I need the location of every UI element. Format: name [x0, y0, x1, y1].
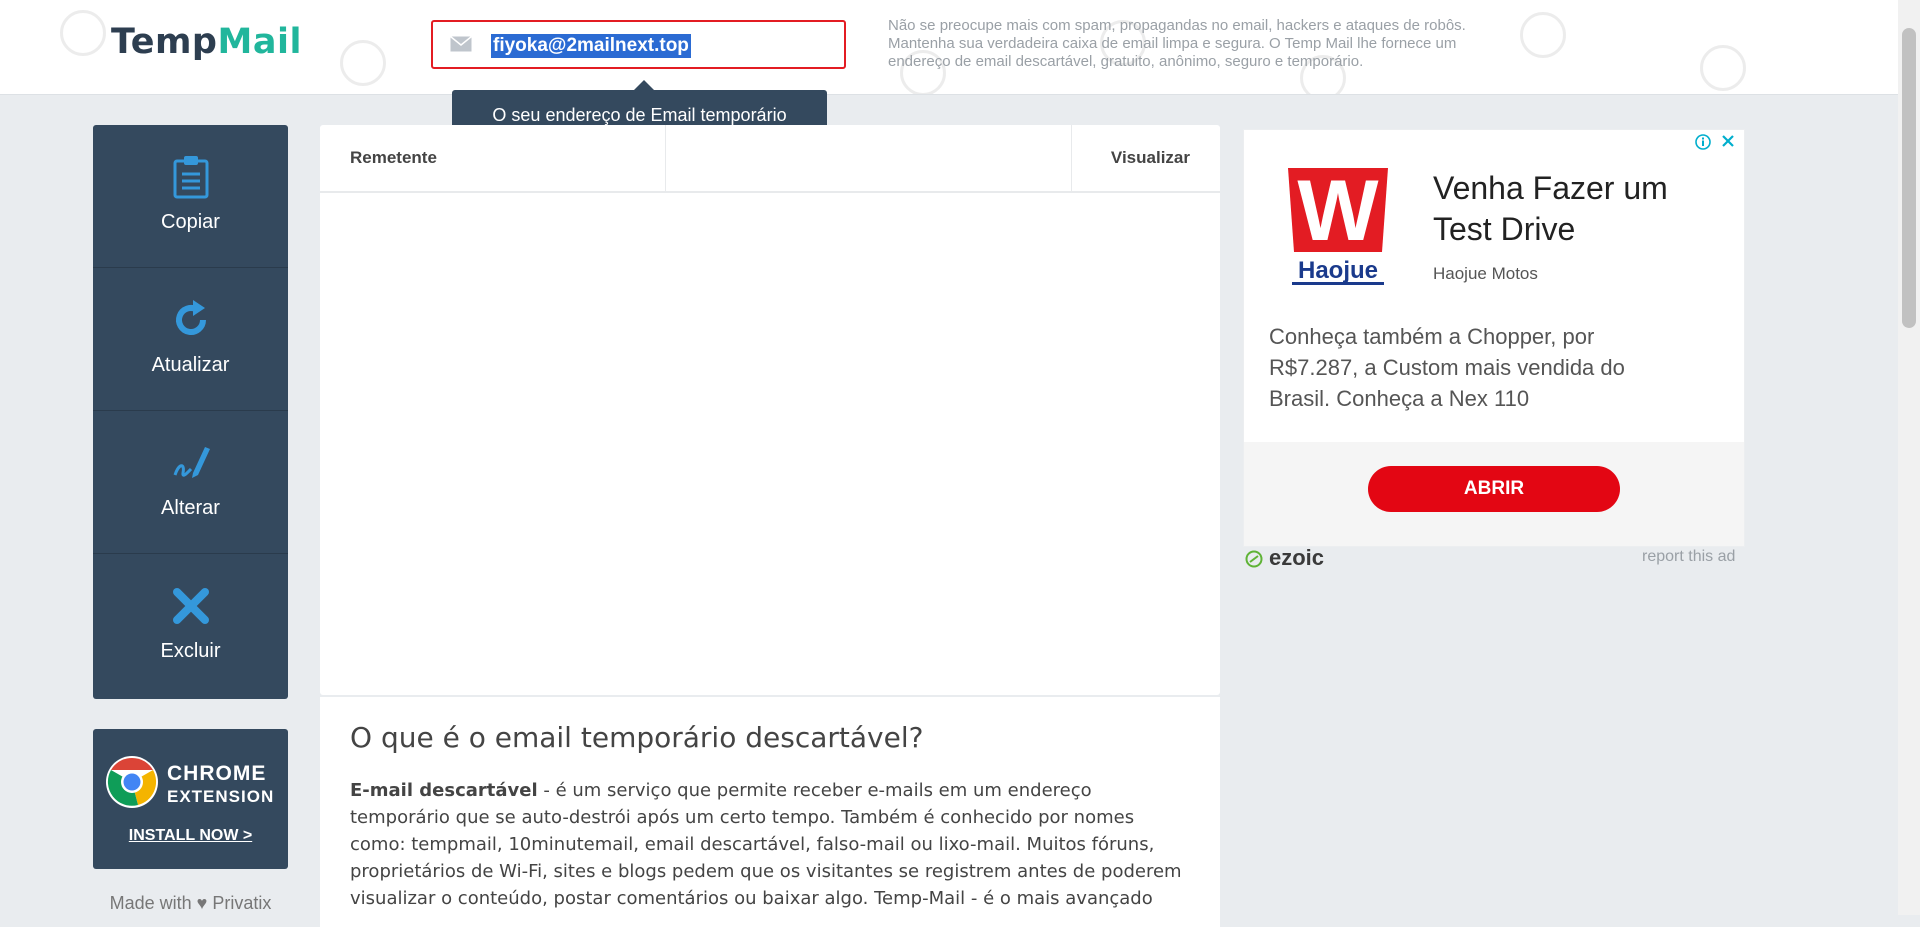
inbox-panel: Remetente Visualizar — [320, 125, 1220, 695]
clipboard-icon — [173, 156, 209, 199]
logo-letter: W — [1297, 166, 1379, 259]
refresh-icon — [176, 300, 206, 335]
article-title: O que é o email temporário descartável? — [350, 721, 924, 754]
refresh-label: Atualizar — [151, 354, 230, 376]
delete-button[interactable]: Excluir — [93, 554, 288, 697]
logo-part-temp: Temp — [111, 22, 218, 62]
ad-info-icon[interactable] — [1695, 134, 1711, 150]
email-address-field[interactable]: fiyoka@2mailnext.top — [431, 20, 846, 69]
logo-wordmark: Haojue — [1298, 257, 1378, 284]
ad-open-button[interactable]: ABRIR — [1368, 466, 1620, 512]
column-divider — [1071, 125, 1072, 191]
made-with-credit[interactable]: Made with ♥ Privatix — [93, 893, 288, 914]
change-label: Alterar — [161, 497, 220, 519]
ad-brand: Haojue Motos — [1433, 264, 1538, 283]
header-description: Não se preocupe mais com spam, propagand… — [888, 17, 1466, 70]
article-bold-lead: E-mail descartável — [350, 780, 538, 801]
chrome-subtitle: EXTENSION — [167, 787, 275, 806]
edit-icon — [173, 447, 210, 478]
report-ad-link[interactable]: report this ad — [1642, 548, 1735, 566]
action-sidebar: Copiar Atualizar Alterar Excluir — [93, 125, 288, 699]
logo[interactable]: TempMail — [111, 22, 302, 62]
ad-footer: ABRIR — [1244, 442, 1744, 546]
email-address-text[interactable]: fiyoka@2mailnext.top — [491, 34, 691, 58]
envelope-icon — [450, 36, 472, 52]
ad-close-icon[interactable] — [1720, 133, 1736, 149]
delete-icon — [173, 588, 209, 624]
column-divider — [665, 125, 666, 191]
inbox-header: Remetente Visualizar — [320, 125, 1220, 193]
page-scrollbar[interactable] — [1898, 0, 1920, 915]
delete-label: Excluir — [160, 640, 221, 662]
copy-button[interactable]: Copiar — [93, 125, 288, 268]
scrollbar-thumb[interactable] — [1902, 28, 1916, 328]
ezoic-label: ezoic — [1269, 545, 1325, 570]
column-view: Visualizar — [1110, 148, 1190, 167]
install-now-link[interactable]: INSTALL NOW > — [93, 827, 288, 845]
info-article: O que é o email temporário descartável? … — [320, 697, 1220, 927]
ad-body: Conheça também a Chopper, por R$7.287, a… — [1269, 324, 1625, 411]
chrome-extension-banner[interactable]: CHROME EXTENSION INSTALL NOW > — [93, 729, 288, 869]
change-button[interactable]: Alterar — [93, 411, 288, 554]
copy-label: Copiar — [161, 211, 220, 233]
haojue-logo: W Haojue — [1288, 166, 1388, 285]
ad-title[interactable]: Venha Fazer um Test Drive — [1433, 168, 1713, 250]
logo-part-mail: Mail — [217, 22, 302, 62]
article-body: E-mail descartável - é um serviço que pe… — [350, 777, 1195, 912]
chrome-title: CHROME — [167, 762, 267, 785]
advertisement[interactable]: W Haojue Venha Fazer um Test Drive Haoju… — [1243, 129, 1745, 547]
header: TempMail fiyoka@2mailnext.top Não se pre… — [0, 0, 1898, 95]
chrome-logo-icon — [106, 756, 158, 808]
refresh-button[interactable]: Atualizar — [93, 268, 288, 411]
column-sender: Remetente — [350, 148, 437, 167]
ezoic-icon — [1245, 550, 1263, 568]
